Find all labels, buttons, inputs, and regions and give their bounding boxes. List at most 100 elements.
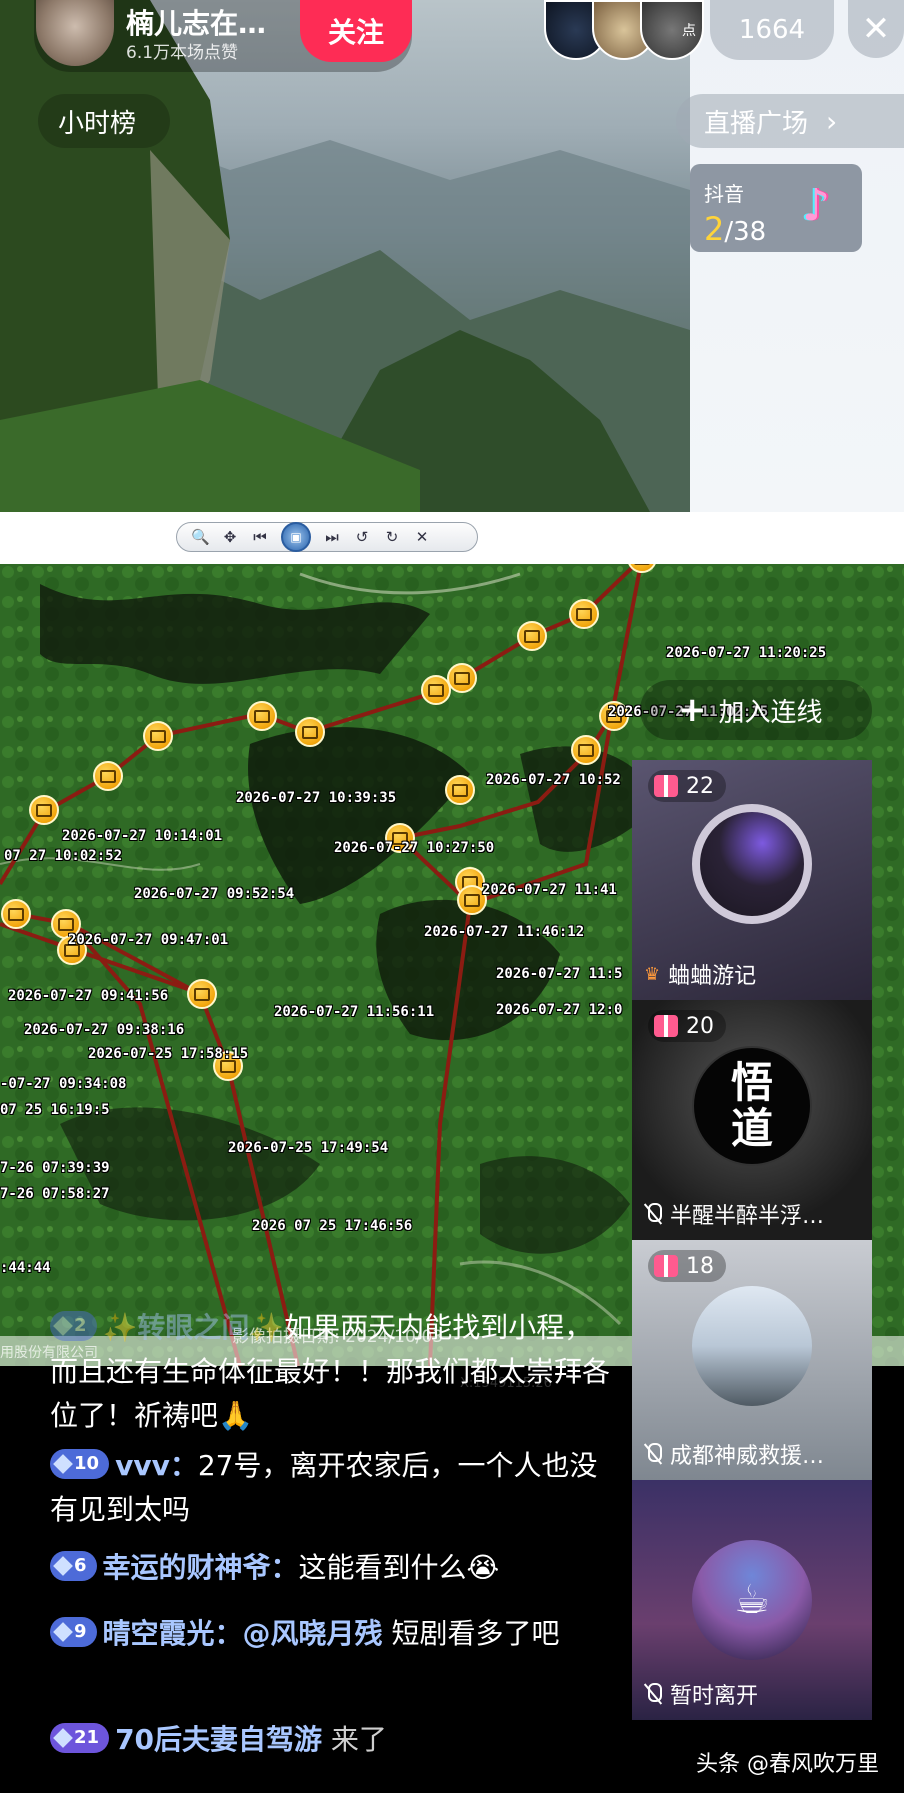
track-label: 2026-07-27 10:39:35: [236, 790, 397, 806]
guest-name-row: 成都神威救援…: [644, 1438, 864, 1470]
diamond-icon: [53, 1556, 73, 1576]
diamond-icon: [53, 1622, 73, 1642]
viewer-avatar-tag: 点: [682, 23, 696, 39]
track-label: 2026-07-27 11:56:11: [274, 1004, 435, 1020]
track-point-pin[interactable]: [1, 899, 31, 929]
guest-avatar[interactable]: [692, 804, 812, 924]
guest-name-row: ♛ 蛐蛐游记: [644, 958, 864, 990]
chat-text: 来了: [322, 1723, 387, 1756]
level-number: 21: [74, 1727, 100, 1748]
chat-message: 10 vvv：27号，离开农家后，一个人也没有见到太吗: [50, 1444, 610, 1532]
guest-tile[interactable]: 18 成都神威救援…: [632, 1240, 872, 1480]
guest-avatar[interactable]: ☕: [692, 1540, 812, 1660]
rank-total: /38: [724, 217, 767, 247]
level-number: 2: [74, 1315, 87, 1336]
track-point-pin[interactable]: [517, 621, 547, 651]
zoom-icon[interactable]: 🔍: [191, 528, 210, 546]
track-point-pin[interactable]: [29, 795, 59, 825]
douyin-logo-icon: ♪: [802, 180, 831, 231]
guest-name-row: 暂时离开: [644, 1678, 864, 1710]
redo-icon[interactable]: ↻: [383, 528, 401, 546]
mic-off-icon: [644, 1443, 662, 1465]
track-point-pin[interactable]: [295, 717, 325, 747]
level-number: 10: [74, 1453, 100, 1474]
live-video-scene[interactable]: [0, 0, 690, 512]
gift-count-badge: 18: [648, 1250, 726, 1282]
next-icon[interactable]: ⏭: [323, 528, 341, 546]
guest-tile[interactable]: 22 ♛ 蛐蛐游记: [632, 760, 872, 1000]
coffee-icon: ☕: [734, 1577, 770, 1623]
track-label: 7-26 07:39:39: [0, 1160, 110, 1176]
track-point-pin[interactable]: [187, 979, 217, 1009]
pan-icon[interactable]: ✥: [221, 528, 239, 546]
chat-username[interactable]: 幸运的财神爷：: [103, 1551, 299, 1584]
chat-message: 2 ✨转眼之间✨如果两天内能找到小程，而且还有生命体征最好！！那我们都太崇拜各位了…: [50, 1306, 610, 1438]
plus-icon: +: [678, 690, 707, 730]
track-label: 2026-07-27 11:41: [482, 882, 617, 898]
host-name[interactable]: 楠儿志在…: [126, 2, 266, 42]
guest-tile[interactable]: ☕ 暂时离开: [632, 1480, 872, 1720]
level-badge: 21: [50, 1723, 110, 1753]
chat-username[interactable]: 晴空霞光：: [103, 1617, 243, 1650]
guest-avatar[interactable]: 悟道: [692, 1046, 812, 1166]
follow-button[interactable]: 关注: [300, 0, 412, 62]
track-point-pin[interactable]: [571, 735, 601, 765]
watermark: 头条 @春风吹万里: [696, 1752, 879, 1777]
track-point-pin[interactable]: [421, 675, 451, 705]
prev-icon[interactable]: ⏮: [251, 528, 269, 546]
level-number: 6: [74, 1555, 87, 1576]
host-likes: 6.1万本场点赞: [126, 43, 239, 63]
track-label: 2026-07-27 09:41:56: [8, 988, 169, 1004]
track-point-pin[interactable]: [569, 599, 599, 629]
chat-text: 这能看到什么😭: [298, 1551, 500, 1584]
diamond-icon: [53, 1316, 73, 1336]
track-label: 2026-07-25 17:49:54: [228, 1140, 389, 1156]
guest-name: 半醒半醉半浮…: [670, 1204, 825, 1229]
guest-tile[interactable]: 20 悟道 半醒半醉半浮…: [632, 1000, 872, 1240]
close-icon[interactable]: ✕: [848, 0, 904, 58]
mic-off-icon: [644, 1203, 662, 1225]
track-point-pin[interactable]: [93, 761, 123, 791]
track-point-pin[interactable]: [447, 663, 477, 693]
track-label: -07-27 09:34:08: [0, 1076, 127, 1092]
track-label: 2026-07-27 09:38:16: [24, 1022, 185, 1038]
douyin-rank: 2/38: [704, 210, 766, 248]
track-label: 2026-07-27 09:52:54: [134, 886, 295, 902]
guest-name: 蛐蛐游记: [668, 964, 757, 989]
guest-name-row: 半醒半醉半浮…: [644, 1198, 864, 1230]
scene-side-panel: [690, 0, 904, 512]
add-link-label: 加入连线: [718, 697, 823, 728]
track-point-pin[interactable]: [247, 701, 277, 731]
live-plaza-button[interactable]: 直播广场 ›: [676, 94, 904, 148]
close-icon[interactable]: ✕: [413, 528, 431, 546]
hour-rank-pill[interactable]: 小时榜: [38, 94, 171, 148]
gift-count: 22: [686, 773, 714, 799]
track-label: 2026-07-27 10:14:01: [62, 828, 223, 844]
chat-message: 9 晴空霞光：@风晓月残 短剧看多了吧: [50, 1612, 610, 1656]
chat-username[interactable]: ✨转眼之间✨: [103, 1311, 285, 1344]
track-point-pin[interactable]: [143, 721, 173, 751]
guest-avatar[interactable]: [692, 1286, 812, 1406]
track-label: :44:44: [0, 1260, 51, 1276]
viewer-count[interactable]: 1664: [710, 0, 834, 60]
diamond-icon: [53, 1728, 73, 1748]
gift-icon: [654, 1015, 678, 1037]
track-label: 7-26 07:58:27: [0, 1186, 110, 1202]
center-icon[interactable]: ▣: [281, 522, 311, 552]
level-badge: 9: [50, 1617, 97, 1647]
track-label: 2026-07-27 11:5: [496, 966, 623, 982]
chat-mention[interactable]: @风晓月残: [243, 1617, 383, 1650]
douyin-rank-card[interactable]: 抖音 2/38 ♪: [690, 164, 862, 252]
chat-username[interactable]: 70后夫妻自驾游: [115, 1723, 322, 1756]
mic-off-icon: [644, 1683, 662, 1705]
chat-message: 6 幸运的财神爷：这能看到什么😭: [50, 1546, 610, 1590]
add-link-button[interactable]: + 加入连线: [640, 680, 872, 740]
live-plaza-label: 直播广场: [704, 108, 809, 139]
undo-icon[interactable]: ↺: [353, 528, 371, 546]
track-point-pin[interactable]: [445, 775, 475, 805]
gift-count-badge: 20: [648, 1010, 726, 1042]
douyin-card-title: 抖音: [704, 182, 744, 206]
track-label: 2026-07-27 12:0: [496, 1002, 623, 1018]
diamond-icon: [53, 1454, 73, 1474]
chat-username[interactable]: vvv：: [115, 1449, 198, 1482]
